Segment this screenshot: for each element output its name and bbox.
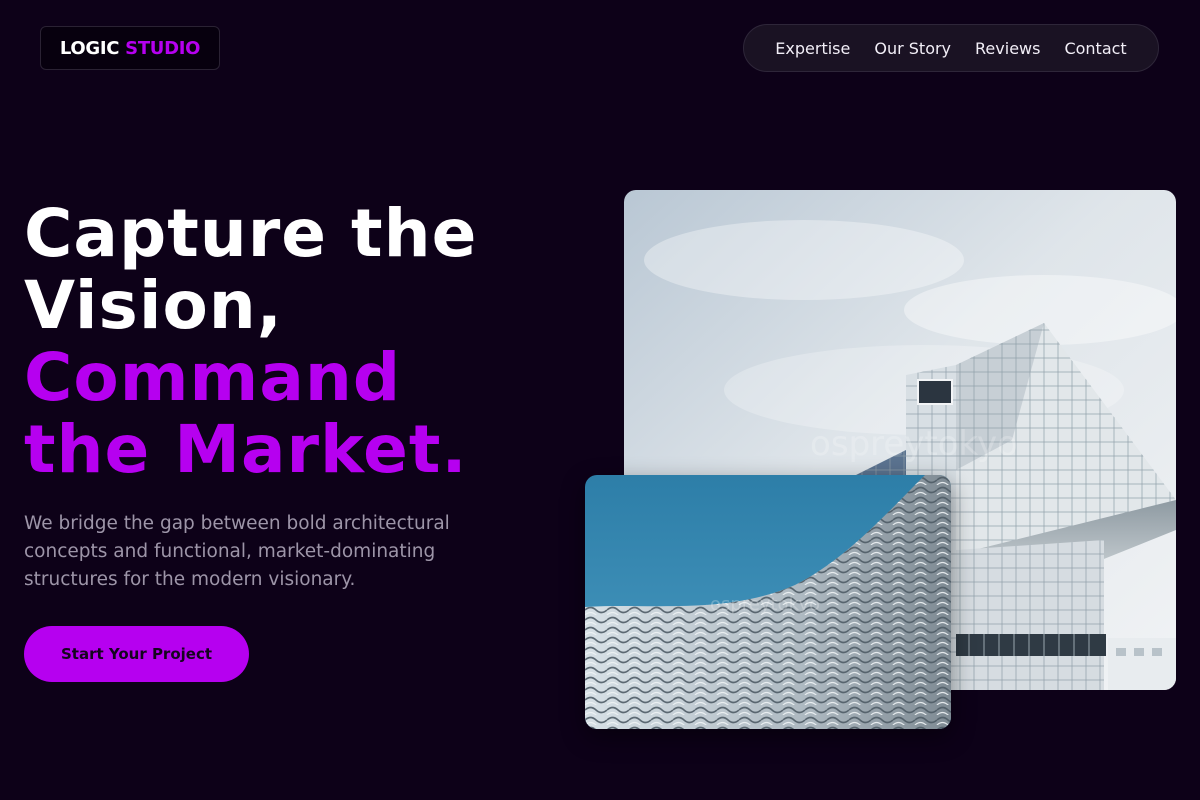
headline-line-1: Capture the xyxy=(24,195,478,272)
nav-link-expertise[interactable]: Expertise xyxy=(775,39,850,58)
headline-line-4: the Market. xyxy=(24,411,468,488)
nav-link-reviews[interactable]: Reviews xyxy=(975,39,1040,58)
nav-link-our-story[interactable]: Our Story xyxy=(874,39,951,58)
secondary-image-watermark: ospreytokyo xyxy=(710,594,820,615)
landing-page: LOGIC STUDIO Expertise Our Story Reviews… xyxy=(0,0,1200,800)
start-project-button[interactable]: Start Your Project xyxy=(24,626,249,682)
brand-logo[interactable]: LOGIC STUDIO xyxy=(40,26,220,70)
headline-line-3: Command xyxy=(24,339,402,416)
brand-word-studio: STUDIO xyxy=(125,37,201,59)
main-image-watermark: ospreytokyo xyxy=(810,424,1018,464)
hero-subtext: We bridge the gap between bold architect… xyxy=(24,513,450,590)
nav-link-contact[interactable]: Contact xyxy=(1064,39,1126,58)
hero-headline: Capture the Vision, Command the Market. xyxy=(24,198,477,486)
headline-line-2: Vision, xyxy=(24,267,283,344)
facade-detail-image: ospreytokyo xyxy=(585,475,951,729)
brand-word-logic: LOGIC xyxy=(59,37,120,59)
main-nav: Expertise Our Story Reviews Contact xyxy=(743,24,1159,72)
